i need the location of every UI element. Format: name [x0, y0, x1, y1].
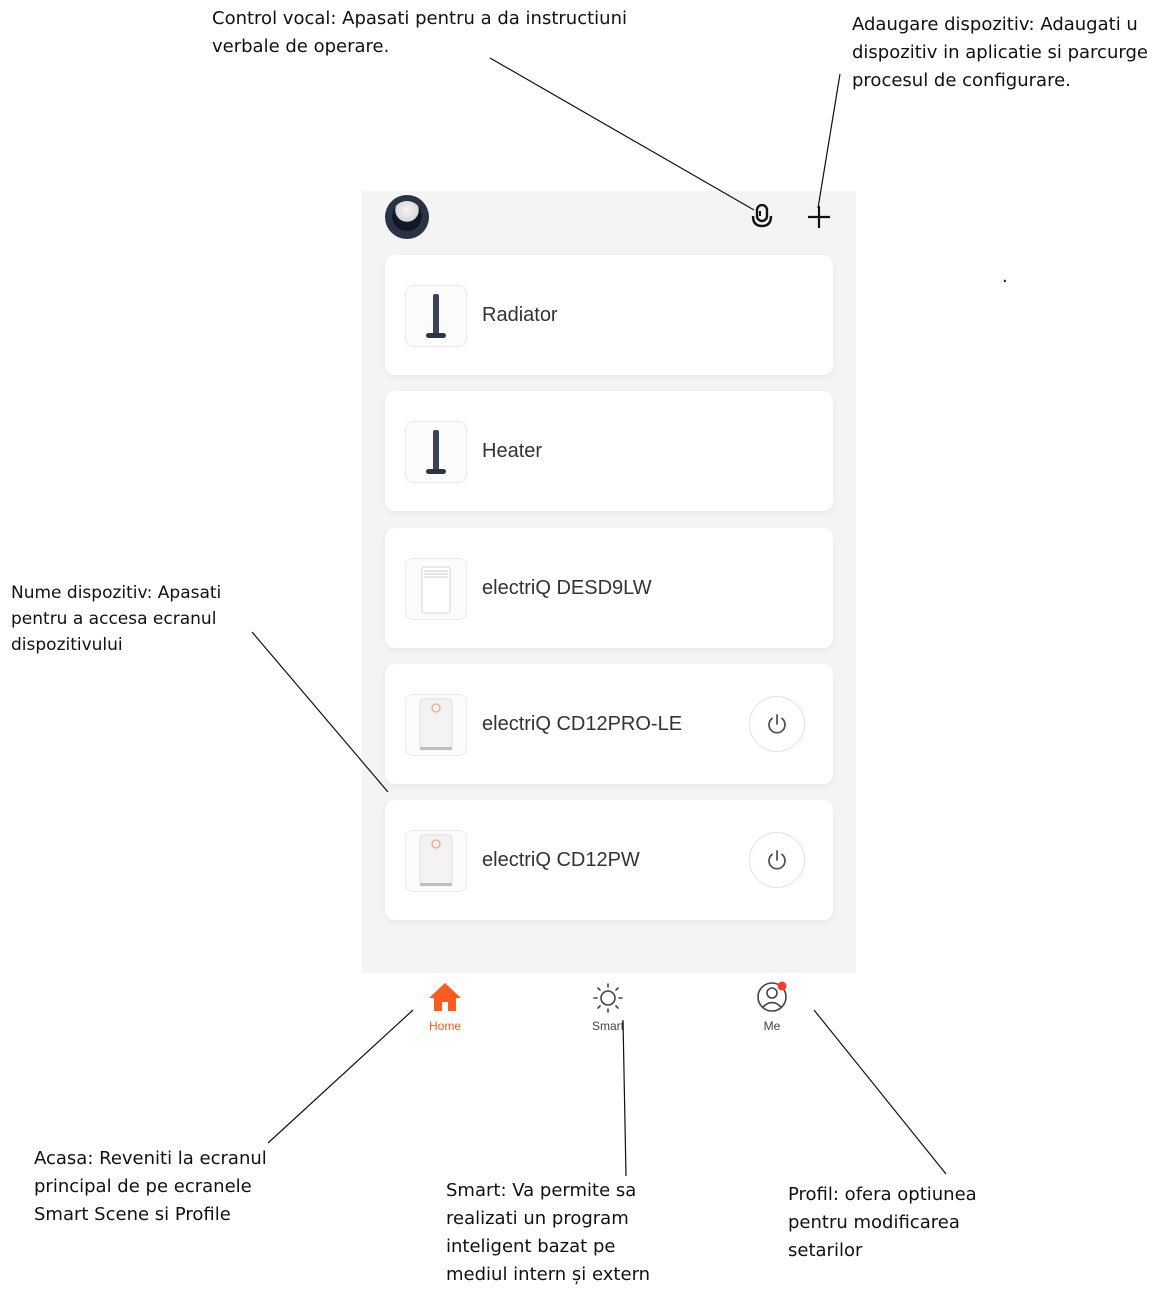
tab-home[interactable]: Home	[405, 981, 485, 1033]
app-screen: Radiator Heater electriQ DESD9LW electri…	[362, 191, 856, 973]
avatar[interactable]	[385, 195, 429, 239]
profile-icon	[757, 981, 787, 1012]
device-name[interactable]: electriQ CD12PW	[482, 800, 640, 920]
annotation-line: Smart Scene si Profile	[34, 1204, 231, 1225]
tab-smart-label: Smart	[591, 1019, 624, 1033]
notification-dot	[777, 981, 787, 991]
voice-control-button[interactable]	[746, 201, 778, 233]
device-name[interactable]: electriQ CD12PRO-LE	[482, 664, 682, 784]
annotation-line: Adaugare dispozitiv: Adaugati u	[852, 14, 1138, 35]
device-name-annotation: Nume dispozitiv: Apasati pentru a accesa…	[11, 580, 221, 658]
power-icon	[768, 850, 786, 870]
dehumidifier-icon	[405, 558, 467, 620]
avatar-icon	[392, 201, 422, 231]
power-button[interactable]	[749, 832, 805, 888]
annotation-line: Acasa: Reveniti la ecranul	[34, 1148, 267, 1169]
sun-icon	[593, 983, 623, 1013]
bottom-tab-bar: Home Smart Me	[362, 975, 856, 1045]
tower-heater-icon	[405, 421, 467, 483]
annotation-line: Smart: Va permite sa	[446, 1180, 637, 1201]
tower-heater-icon	[405, 285, 467, 347]
tab-me-label: Me	[763, 1019, 781, 1033]
smart-annotation: Smart: Va permite sa realizati un progra…	[446, 1177, 650, 1289]
profile-annotation: Profil: ofera optiunea pentru modificare…	[788, 1181, 977, 1265]
home-annotation: Acasa: Reveniti la ecranul principal de …	[34, 1145, 267, 1229]
device-card[interactable]: Heater	[385, 391, 833, 511]
annotation-line: setarilor	[788, 1240, 863, 1261]
device-name[interactable]: Radiator	[482, 255, 558, 375]
tab-smart[interactable]: Smart	[568, 981, 648, 1033]
device-card[interactable]: electriQ CD12PW	[385, 800, 833, 920]
tab-me[interactable]: Me	[732, 981, 812, 1033]
add-device-button[interactable]	[803, 201, 835, 233]
annotation-line: inteligent bazat pe	[446, 1236, 616, 1257]
device-card[interactable]: electriQ DESD9LW	[385, 528, 833, 648]
home-icon	[429, 983, 461, 1011]
add-device-annotation: Adaugare dispozitiv: Adaugati u dispozit…	[852, 11, 1148, 95]
annotation-line: Nume dispozitiv: Apasati	[11, 583, 222, 603]
device-card[interactable]: Radiator	[385, 255, 833, 375]
annotation-line: pentru modificarea	[788, 1212, 960, 1233]
annotation-line: Profil: ofera optiunea	[788, 1184, 977, 1205]
power-icon	[768, 714, 786, 734]
annotation-line: dispozitivului	[11, 635, 123, 655]
microphone-icon	[751, 204, 773, 228]
power-button[interactable]	[749, 696, 805, 752]
device-name[interactable]: electriQ DESD9LW	[482, 528, 652, 648]
voice-control-annotation: Control vocal: Apasati pentru a da instr…	[212, 5, 627, 61]
stray-dot: .	[1002, 266, 1008, 287]
annotation-line: principal de pe ecranele	[34, 1176, 252, 1197]
leader-line-voice	[489, 57, 755, 211]
annotation-line: dispozitiv in aplicatie si parcurge	[852, 42, 1148, 63]
annotation-line: realizati un program	[446, 1208, 629, 1229]
annotation-line: Control vocal: Apasati pentru a da instr…	[212, 8, 627, 29]
annotation-line: procesul de configurare.	[852, 70, 1071, 91]
leader-line-add	[817, 73, 841, 209]
tab-home-label: Home	[428, 1019, 461, 1033]
dehumidifier-icon	[405, 830, 467, 892]
device-card[interactable]: electriQ CD12PRO-LE	[385, 664, 833, 784]
annotation-line: pentru a accesa ecranul	[11, 609, 217, 629]
plus-icon	[808, 206, 830, 228]
device-name[interactable]: Heater	[482, 391, 542, 511]
annotation-line: verbale de operare.	[212, 36, 390, 57]
dehumidifier-icon	[405, 694, 467, 756]
